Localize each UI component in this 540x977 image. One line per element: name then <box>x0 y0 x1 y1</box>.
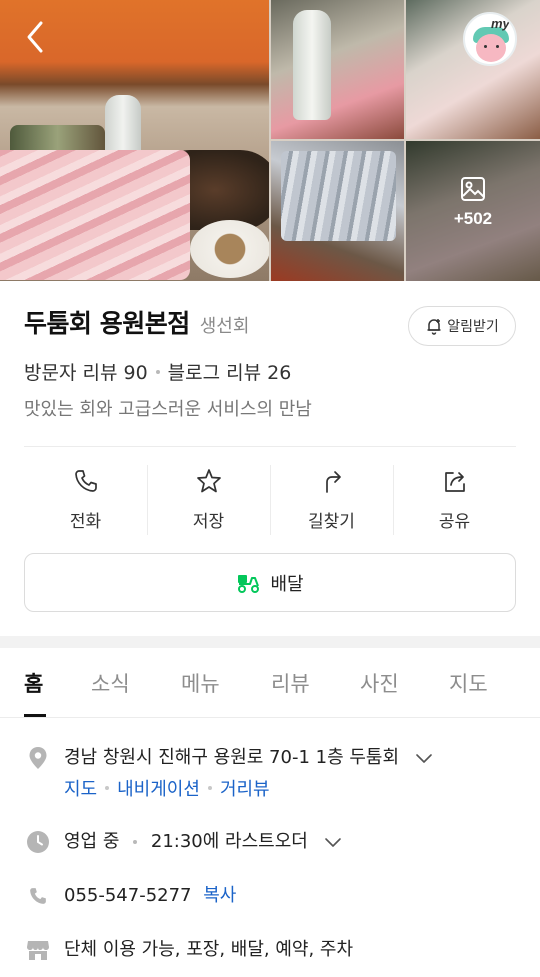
copy-phone-button[interactable]: 복사 <box>203 885 236 906</box>
address-text: 경남 창원시 진해구 용원로 70-1 1층 두툼회 <box>64 747 400 768</box>
street-view-link[interactable]: 거리뷰 <box>220 775 270 801</box>
hours-row[interactable]: 영업 중 21:30에 라스트오더 <box>24 828 342 856</box>
tab-bar: 홈 소식 메뉴 리뷰 사진 지도 <box>0 648 540 718</box>
delivery-label: 배달 <box>270 573 304 595</box>
avatar-label: my <box>491 16 510 31</box>
gallery-photo[interactable] <box>271 0 404 139</box>
chevron-left-icon <box>27 21 43 53</box>
save-button[interactable]: 저장 <box>147 465 270 535</box>
chevron-down-icon[interactable] <box>415 752 433 764</box>
place-name: 두툼회 용원본점 <box>24 309 190 338</box>
separator-dot <box>133 840 138 844</box>
gallery-photo[interactable] <box>271 141 404 281</box>
photo-gallery[interactable]: +502 <box>0 0 540 281</box>
delivery-scooter-icon <box>238 574 260 593</box>
phone-number[interactable]: 055-547-5277 <box>64 885 192 906</box>
star-icon <box>196 469 221 493</box>
tab-map[interactable]: 지도 <box>449 668 488 698</box>
bell-plus-icon <box>427 319 441 335</box>
amenities-text: 단체 이용 가능, 포장, 배달, 예약, 주차 <box>64 939 354 960</box>
delivery-button[interactable]: 배달 <box>24 553 516 612</box>
directions-button[interactable]: 길찾기 <box>270 465 393 535</box>
place-description: 맛있는 회와 고급스러운 서비스의 만남 <box>24 399 312 420</box>
amenities-row: 단체 이용 가능, 포장, 배달, 예약, 주차 <box>24 936 353 964</box>
more-photos-button[interactable]: +502 <box>406 175 540 229</box>
separator-dot <box>105 786 110 790</box>
hours-status: 영업 중 <box>64 831 120 852</box>
directions-icon <box>325 471 341 493</box>
place-title-row: 두툼회 용원본점 생선회 <box>24 304 249 340</box>
share-label: 공유 <box>438 512 471 532</box>
save-label: 저장 <box>192 512 225 532</box>
address-row[interactable]: 경남 창원시 진해구 용원로 70-1 1층 두툼회 <box>24 744 433 772</box>
alarm-button[interactable]: 알림받기 <box>408 306 516 346</box>
share-icon <box>444 472 465 492</box>
phone-row: 055-547-5277 복사 <box>24 882 236 910</box>
back-button[interactable] <box>18 20 52 54</box>
call-label: 전화 <box>69 512 102 532</box>
image-icon <box>461 177 485 201</box>
tab-photos[interactable]: 사진 <box>360 668 399 698</box>
map-link[interactable]: 지도 <box>64 775 97 801</box>
tab-menu[interactable]: 메뉴 <box>181 668 220 698</box>
separator-dot <box>155 369 160 374</box>
navigation-link[interactable]: 내비게이션 <box>117 775 200 801</box>
tab-reviews[interactable]: 리뷰 <box>271 668 310 698</box>
tab-news[interactable]: 소식 <box>91 668 130 698</box>
avatar <box>476 34 506 62</box>
location-pin-icon <box>29 747 47 769</box>
more-photos-count: +502 <box>453 209 493 228</box>
action-bar: 전화 저장 길찾기 공유 <box>24 465 516 535</box>
phone-icon <box>74 470 97 492</box>
blog-review-link[interactable]: 블로그 리뷰 26 <box>168 358 292 385</box>
divider <box>24 446 516 447</box>
place-category: 생선회 <box>199 316 250 337</box>
separator-dot <box>207 786 212 790</box>
my-avatar-button[interactable]: my <box>463 12 517 66</box>
directions-label: 길찾기 <box>308 512 355 532</box>
section-gap <box>0 636 540 648</box>
hours-detail: 21:30에 라스트오더 <box>150 831 308 852</box>
visitor-review-link[interactable]: 방문자 리뷰 90 <box>24 358 148 385</box>
call-button[interactable]: 전화 <box>24 465 147 535</box>
phone-icon <box>30 888 46 904</box>
active-tab-indicator <box>24 714 46 717</box>
store-icon <box>27 941 49 960</box>
tab-home[interactable]: 홈 <box>24 668 43 698</box>
chevron-down-icon[interactable] <box>324 836 342 848</box>
review-summary: 방문자 리뷰 90 블로그 리뷰 26 <box>24 358 291 385</box>
address-links: 지도 내비게이션 거리뷰 <box>64 775 270 801</box>
share-button[interactable]: 공유 <box>393 465 516 535</box>
alarm-label: 알림받기 <box>447 319 499 335</box>
clock-icon <box>27 831 49 853</box>
